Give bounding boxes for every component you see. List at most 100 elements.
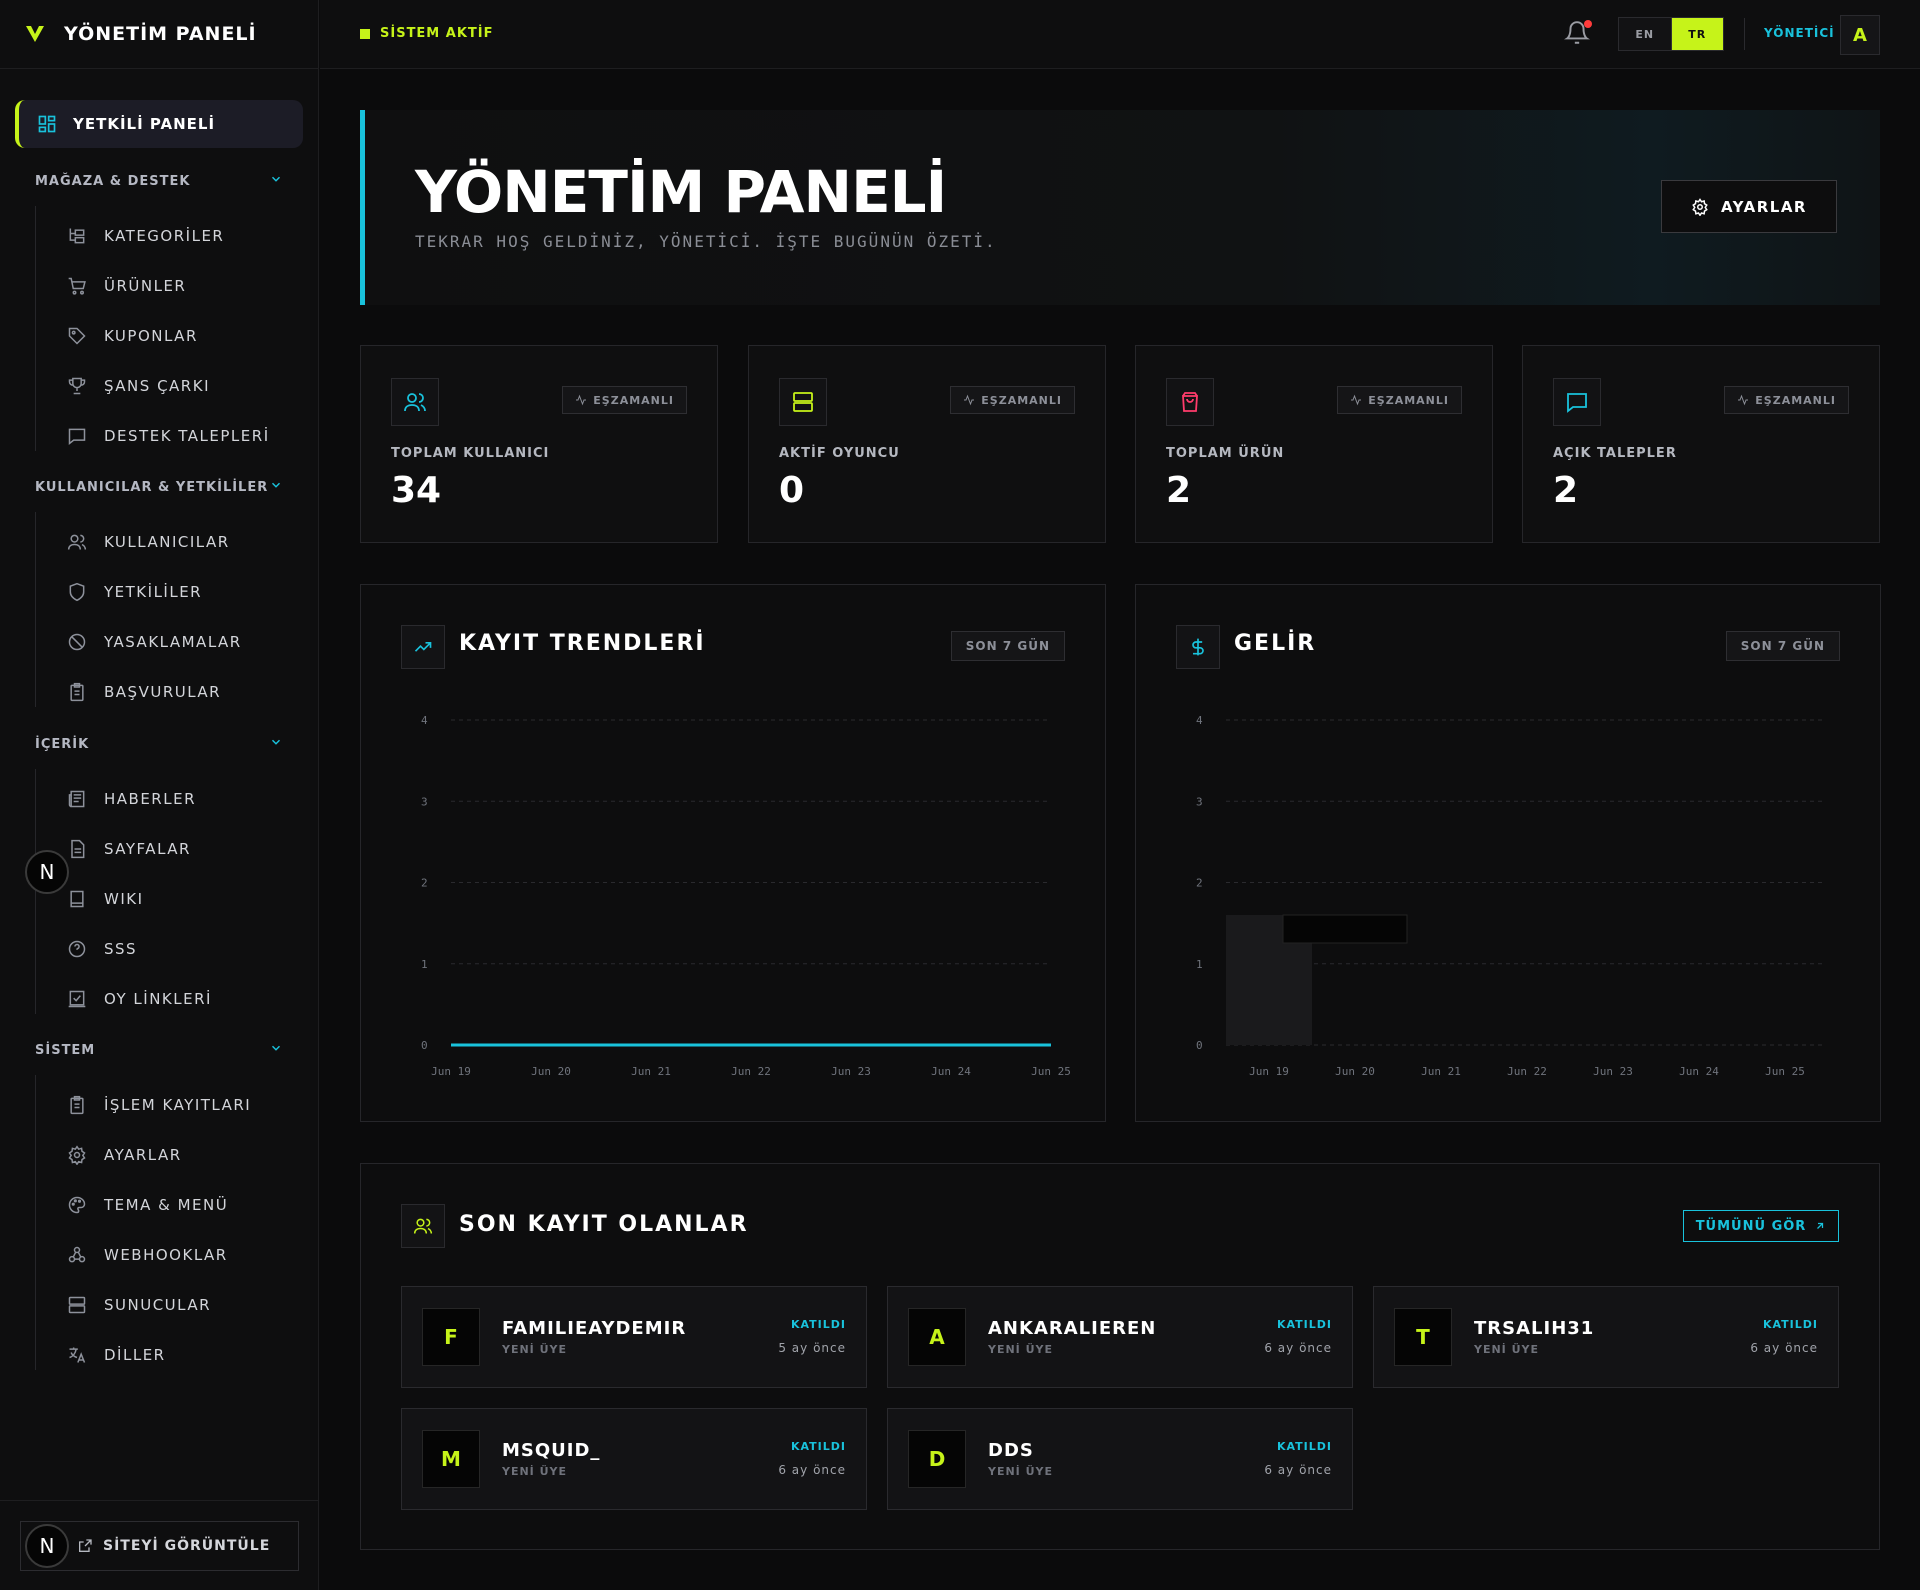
member-card[interactable]: M MSQUID_ YENİ ÜYE KATILDI 6 ay önce (401, 1408, 867, 1510)
y-tick-label: 1 (421, 958, 428, 971)
activity-icon (576, 394, 587, 406)
sidebar-item-news[interactable]: HABERLER (0, 774, 319, 824)
divider (1744, 18, 1745, 50)
stat-card-total-products: EŞZAMANLI TOPLAM ÜRÜN 2 (1135, 345, 1493, 543)
notifications-button[interactable] (1564, 20, 1592, 48)
joined-time: 6 ay önce (778, 1463, 846, 1477)
sidebar-item-products[interactable]: ÜRÜNLER (0, 261, 319, 311)
realtime-badge: EŞZAMANLI (562, 386, 687, 414)
webhook-icon (66, 1244, 88, 1266)
brand[interactable]: YÖNETİM PANELİ (0, 0, 318, 69)
server-icon (779, 378, 827, 426)
floating-n-badge[interactable]: N (25, 850, 69, 894)
message-icon (66, 425, 88, 447)
x-tick-label: Jun 25 (1765, 1065, 1805, 1078)
sidebar-item-label: KATEGORİLER (104, 227, 225, 245)
lang-tr-button[interactable]: TR (1671, 18, 1723, 50)
activity-icon (1351, 394, 1362, 406)
x-tick-label: Jun 19 (1249, 1065, 1289, 1078)
gear-icon (66, 1144, 88, 1166)
sidebar-item-label: DESTEK TALEPLERİ (104, 427, 270, 445)
sidebar-item-webhooks[interactable]: WEBHOOKLAR (0, 1230, 319, 1280)
avatar[interactable]: A (1840, 15, 1880, 55)
trending-up-icon (401, 625, 445, 669)
hero-banner: YÖNETİM PANELİ TEKRAR HOŞ GELDİNİZ, YÖNE… (360, 110, 1880, 305)
sidebar-item-categories[interactable]: KATEGORİLER (0, 211, 319, 261)
clipboard-list-icon (66, 1094, 88, 1116)
cart-icon (66, 275, 88, 297)
group-header[interactable]: KULLANICILAR & YETKİLİLER (0, 472, 319, 502)
realtime-label: EŞZAMANLI (593, 393, 674, 407)
group-header[interactable]: MAĞAZA & DESTEK (0, 166, 319, 196)
lang-en-button[interactable]: EN (1619, 18, 1672, 50)
member-card[interactable]: F FAMILIEAYDEMIR YENİ ÜYE KATILDI 5 ay ö… (401, 1286, 867, 1388)
range-badge[interactable]: SON 7 GÜN (950, 631, 1065, 661)
server-icon (66, 1294, 88, 1316)
stat-value: 2 (1553, 470, 1579, 511)
sidebar-item-servers[interactable]: SUNUCULAR (0, 1280, 319, 1330)
range-badge[interactable]: SON 7 GÜN (1725, 631, 1840, 661)
y-tick-label: 3 (421, 795, 428, 808)
sidebar-item-faq[interactable]: SSS (0, 924, 319, 974)
member-card[interactable]: D DDS YENİ ÜYE KATILDI 6 ay önce (887, 1408, 1353, 1510)
member-avatar: A (908, 1308, 966, 1366)
activity-icon (964, 394, 975, 406)
sidebar-item-label: WEBHOOKLAR (104, 1246, 228, 1264)
realtime-label: EŞZAMANLI (981, 393, 1062, 407)
sidebar-item-theme[interactable]: TEMA & MENÜ (0, 1180, 319, 1230)
member-name: MSQUID_ (502, 1440, 601, 1461)
sidebar-item-dashboard[interactable]: YETKİLİ PANELİ (15, 100, 303, 148)
help-circle-icon (66, 938, 88, 960)
sidebar-item-logs[interactable]: İŞLEM KAYITLARI (0, 1080, 319, 1130)
sidebar-item-applications[interactable]: BAŞVURULAR (0, 667, 319, 717)
x-tick-label: Jun 21 (631, 1065, 671, 1078)
group-title: KULLANICILAR & YETKİLİLER (35, 479, 269, 495)
registration-trends-card: 0 1 2 3 4 Jun 19 Jun 20 Jun 21 Jun 22 Jun 23 Jun 2… (360, 584, 1106, 1122)
sidebar-item-tickets[interactable]: DESTEK TALEPLERİ (0, 411, 319, 461)
sidebar-item-label: DİLLER (104, 1346, 166, 1364)
member-name: TRSALIH31 (1474, 1318, 1595, 1339)
member-name: FAMILIEAYDEMIR (502, 1318, 687, 1339)
sidebar-item-bans[interactable]: YASAKLAMALAR (0, 617, 319, 667)
group-header[interactable]: SİSTEM (0, 1035, 319, 1065)
sidebar-item-settings[interactable]: AYARLAR (0, 1130, 319, 1180)
status-indicator (360, 28, 370, 39)
y-tick-label: 0 (1196, 1039, 1203, 1052)
user-role[interactable]: YÖNETİCİ (1764, 26, 1835, 40)
x-tick-label: Jun 19 (431, 1065, 471, 1078)
sidebar-item-label: SUNUCULAR (104, 1296, 212, 1314)
sidebar-item-staff[interactable]: YETKİLİLER (0, 567, 319, 617)
group-header[interactable]: İÇERİK (0, 729, 319, 759)
sidebar-item-users[interactable]: KULLANICILAR (0, 517, 319, 567)
group-line (35, 206, 36, 451)
member-card[interactable]: A ANKARALIEREN YENİ ÜYE KATILDI 6 ay önc… (887, 1286, 1353, 1388)
sidebar-item-coupons[interactable]: KUPONLAR (0, 311, 319, 361)
x-tick-label: Jun 20 (1335, 1065, 1375, 1078)
realtime-label: EŞZAMANLI (1368, 393, 1449, 407)
stat-label: TOPLAM KULLANICI (391, 446, 550, 461)
realtime-badge: EŞZAMANLI (950, 386, 1075, 414)
view-all-button[interactable]: TÜMÜNÜ GÖR (1683, 1210, 1839, 1242)
member-avatar: M (422, 1430, 480, 1488)
member-card[interactable]: T TRSALIH31 YENİ ÜYE KATILDI 6 ay önce (1373, 1286, 1839, 1388)
sidebar: YÖNETİM PANELİ YETKİLİ PANELİ MAĞAZA & D… (0, 0, 319, 1590)
sidebar-item-label: HABERLER (104, 790, 196, 808)
x-tick-label: Jun 24 (1679, 1065, 1719, 1078)
joined-time: 5 ay önce (778, 1341, 846, 1355)
sidebar-item-vote-links[interactable]: OY LİNKLERİ (0, 974, 319, 1024)
member-name: DDS (988, 1440, 1034, 1461)
settings-button[interactable]: AYARLAR (1661, 180, 1837, 233)
floating-n-badge-bottom[interactable]: N (25, 1524, 69, 1568)
x-tick-label: Jun 20 (531, 1065, 571, 1078)
clipboard-icon (66, 681, 88, 703)
sidebar-item-languages[interactable]: DİLLER (0, 1330, 319, 1380)
users-icon (66, 531, 88, 553)
gear-icon (1692, 197, 1708, 216)
chart-title: GELİR (1234, 631, 1317, 656)
arrow-up-right-icon (1817, 1222, 1824, 1229)
sidebar-group-store: MAĞAZA & DESTEK KATEGORİLER ÜRÜNLER KUPO… (0, 166, 319, 461)
sidebar-item-wheel[interactable]: ŞANS ÇARKI (0, 361, 319, 411)
message-icon (1553, 378, 1601, 426)
brand-title: YÖNETİM PANELİ (64, 23, 257, 45)
newspaper-icon (66, 788, 88, 810)
